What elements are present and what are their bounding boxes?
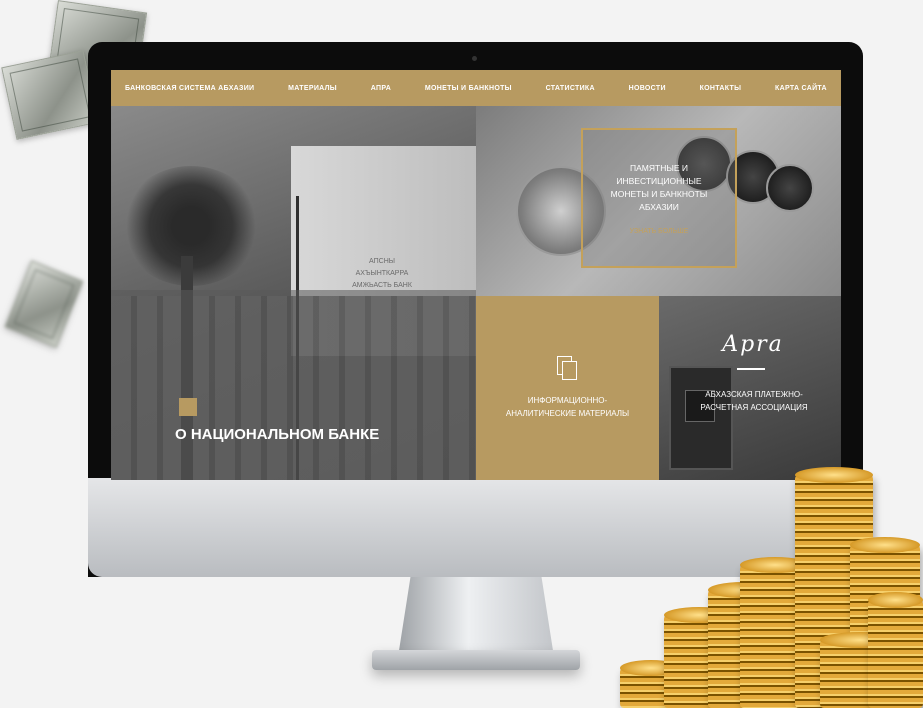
apra-logo: Apra (722, 332, 784, 357)
payment-terminal-image (669, 366, 733, 470)
top-navigation: БАНКОВСКАЯ СИСТЕМА АБХАЗИИ МАТЕРИАЛЫ АПР… (111, 70, 841, 106)
nav-item-news[interactable]: НОВОСТИ (629, 85, 666, 92)
nav-item-statistics[interactable]: СТАТИСТИКА (546, 85, 595, 92)
apra-divider (737, 368, 765, 370)
learn-more-link[interactable]: УЗНАТЬ БОЛЬШЕ (630, 228, 689, 235)
coins-title: ПАМЯТНЫЕ И ИНВЕСТИЦИОННЫЕ МОНЕТЫ И БАНКН… (610, 162, 708, 212)
coins-info-frame: ПАМЯТНЫЕ И ИНВЕСТИЦИОННЫЕ МОНЕТЫ И БАНКН… (581, 128, 737, 268)
materials-title: ИНФОРМАЦИОННО-АНАЛИТИЧЕСКИЕ МАТЕРИАЛЫ (505, 396, 630, 418)
nav-item-sitemap[interactable]: КАРТА САЙТА (775, 85, 827, 92)
camera-dot (472, 56, 477, 61)
gold-accent-square (179, 398, 197, 416)
coins-banknotes-tile[interactable]: ПАМЯТНЫЕ И ИНВЕСТИЦИОННЫЕ МОНЕТЫ И БАНКН… (476, 106, 841, 296)
document-icon (556, 356, 579, 380)
tile-overlay (111, 290, 476, 480)
apra-tile[interactable]: Apra АБХАЗСКАЯ ПЛАТЕЖНО-РАСЧЕТНАЯ АССОЦИ… (659, 296, 841, 480)
apra-title: АБХАЗСКАЯ ПЛАТЕЖНО-РАСЧЕТНАЯ АССОЦИАЦИЯ (700, 390, 808, 412)
website-screen: БАНКОВСКАЯ СИСТЕМА АБХАЗИИ МАТЕРИАЛЫ АПР… (111, 70, 841, 480)
nav-item-materials[interactable]: МАТЕРИАЛЫ (288, 85, 337, 92)
monitor-base (372, 650, 580, 670)
coin-image (766, 164, 814, 212)
nav-item-coins-banknotes[interactable]: МОНЕТЫ И БАНКНОТЫ (425, 85, 512, 92)
coin-stack-image (868, 592, 923, 708)
about-bank-title[interactable]: О НАЦИОНАЛЬНОМ БАНКЕ (175, 426, 379, 443)
monitor-stand (398, 577, 554, 657)
about-bank-tile[interactable]: АПСНЫ АХЪЫНТКАРРА АМЖЬАСТЬ БАНК О НАЦИОН… (111, 106, 476, 480)
nav-item-contacts[interactable]: КОНТАКТЫ (700, 85, 742, 92)
nav-item-apra[interactable]: АПРА (371, 85, 391, 92)
materials-tile[interactable]: ИНФОРМАЦИОННО-АНАЛИТИЧЕСКИЕ МАТЕРИАЛЫ (476, 296, 659, 480)
facade-inscription: АПСНЫ АХЪЫНТКАРРА АМЖЬАСТЬ БАНК (352, 258, 412, 289)
nav-item-banking-system[interactable]: БАНКОВСКАЯ СИСТЕМА АБХАЗИИ (125, 85, 254, 92)
banknote-image (4, 260, 84, 348)
banknote-image (1, 50, 99, 140)
